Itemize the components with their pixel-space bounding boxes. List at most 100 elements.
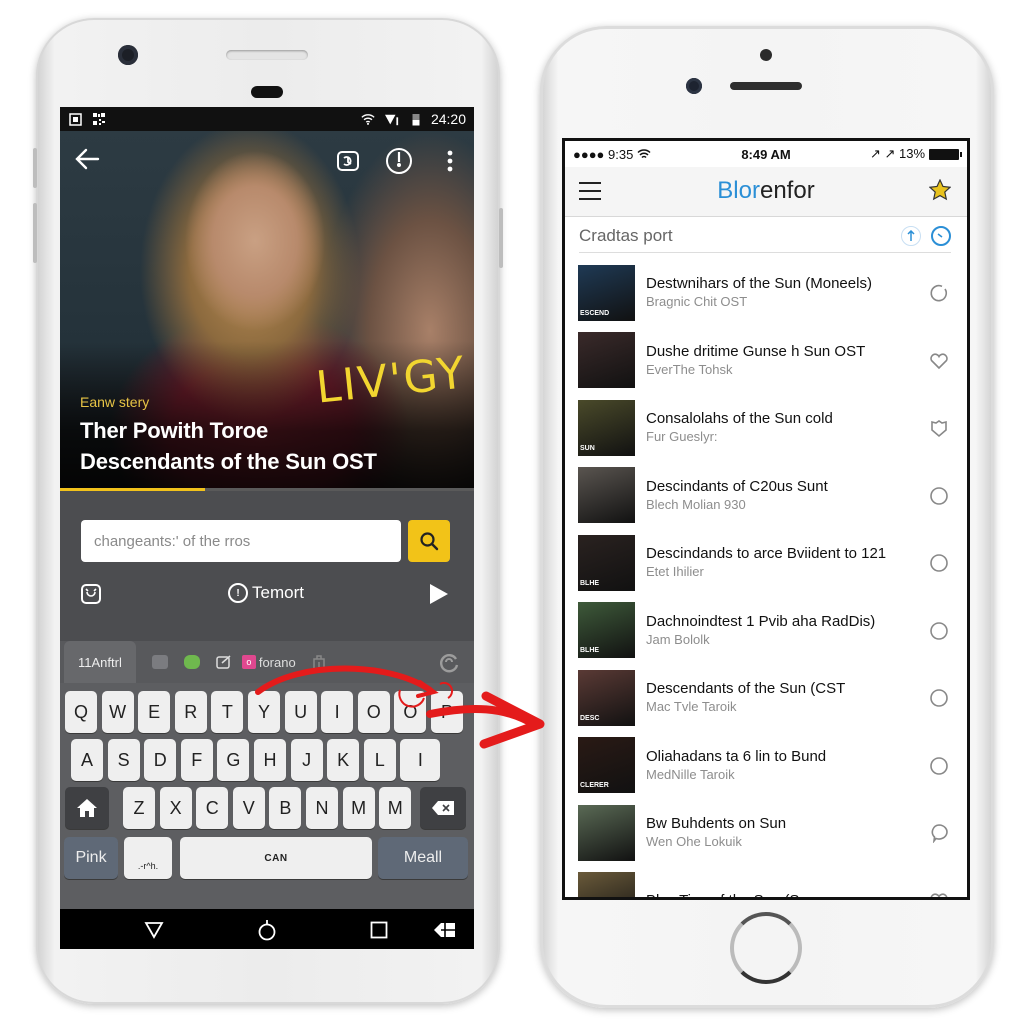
song-list-item[interactable]: Bw Buhdents on Sun Wen Ohe Lokuik bbox=[565, 799, 967, 867]
back-arrow-icon[interactable] bbox=[74, 147, 102, 175]
key-n[interactable]: N bbox=[306, 787, 338, 829]
voice-icon[interactable] bbox=[901, 225, 921, 246]
star-icon[interactable] bbox=[928, 178, 952, 201]
chat-bubble-icon[interactable] bbox=[929, 823, 949, 844]
signal-icon bbox=[384, 112, 399, 126]
key-l[interactable]: L bbox=[363, 739, 396, 781]
power-icon[interactable] bbox=[383, 145, 415, 177]
song-list-item[interactable]: SUN Consalolahs of the Sun cold Fur Guesly… bbox=[565, 394, 967, 462]
key-j[interactable]: J bbox=[290, 739, 323, 781]
key-r[interactable]: R bbox=[174, 691, 207, 733]
circle-icon[interactable] bbox=[929, 486, 949, 506]
key-p[interactable]: P bbox=[431, 691, 463, 733]
key-o[interactable]: O bbox=[394, 691, 427, 733]
key-h[interactable]: H bbox=[254, 739, 286, 781]
song-subtitle: Fur Gueslyr: bbox=[646, 429, 718, 445]
song-subtitle: Etet Ihilier bbox=[646, 564, 704, 580]
hero-banner[interactable]: LIV'GY Eanw stery Ther Powith Toroe Desc… bbox=[60, 131, 474, 491]
menu-flag-icon[interactable] bbox=[434, 919, 456, 941]
song-list-item[interactable]: Dushe dritime Gunse h Sun OST EverThe Toh… bbox=[565, 327, 967, 395]
key-m[interactable]: M bbox=[342, 787, 375, 829]
shift-key[interactable] bbox=[65, 787, 109, 829]
recents-square-icon[interactable] bbox=[368, 919, 390, 941]
song-list-item[interactable]: DESC Descendants of the Sun (CST Mac Tvle … bbox=[565, 664, 967, 732]
circle-icon[interactable] bbox=[929, 688, 949, 708]
key-q[interactable]: Q bbox=[65, 691, 97, 733]
key-z[interactable]: Z bbox=[123, 787, 155, 829]
sticker-icon[interactable] bbox=[183, 655, 200, 669]
key-o[interactable]: O bbox=[357, 691, 390, 733]
alarm-icon[interactable] bbox=[80, 583, 102, 605]
key-t[interactable]: T bbox=[211, 691, 244, 733]
play-icon[interactable] bbox=[430, 584, 448, 604]
song-list-item[interactable]: BLHE Descindands to arce Bviident to 121 E… bbox=[565, 529, 967, 597]
key-v[interactable]: V bbox=[232, 787, 265, 829]
circle-icon[interactable] bbox=[929, 621, 949, 641]
power-button bbox=[499, 208, 503, 268]
heart-icon[interactable] bbox=[929, 891, 949, 897]
key-m[interactable]: M bbox=[379, 787, 412, 829]
grid-icon[interactable] bbox=[151, 655, 168, 669]
temort-button[interactable]: ! Temort bbox=[228, 583, 304, 603]
key-e[interactable]: E bbox=[138, 691, 171, 733]
key-k[interactable]: K bbox=[327, 739, 360, 781]
song-list-item[interactable]: Blas Tipe of the Sun (Sun bbox=[565, 867, 967, 897]
song-subtitle: Mac Tvle Taroik bbox=[646, 699, 737, 715]
search-button[interactable] bbox=[408, 520, 450, 562]
key-d[interactable]: D bbox=[144, 739, 177, 781]
song-list-item[interactable]: ESCEND Destwnihars of the Sun (Moneels) Br… bbox=[565, 259, 967, 327]
shield-heart-icon[interactable] bbox=[929, 418, 949, 438]
key-pink[interactable]: Pink bbox=[64, 837, 118, 879]
key-u[interactable]: U bbox=[284, 691, 317, 733]
song-list-item[interactable]: Descindants of C20us Sunt Blech Molian 93… bbox=[565, 462, 967, 530]
clipboard-icon[interactable] bbox=[312, 654, 326, 670]
album-thumbnail: SUN bbox=[578, 399, 635, 456]
home-button[interactable] bbox=[730, 912, 802, 984]
key-s[interactable]: S bbox=[107, 739, 140, 781]
more-vert-icon[interactable] bbox=[434, 145, 466, 177]
song-subtitle: EverThe Tohsk bbox=[646, 361, 733, 377]
search-input[interactable] bbox=[81, 520, 401, 562]
key-i[interactable]: I bbox=[400, 739, 441, 781]
backspace-key[interactable] bbox=[420, 787, 466, 829]
song-title: Dushe dritime Gunse h Sun OST bbox=[646, 342, 866, 360]
circle-icon[interactable] bbox=[929, 553, 949, 573]
screenshot-icon bbox=[68, 112, 82, 126]
key-g[interactable]: G bbox=[217, 739, 250, 781]
key-x[interactable]: X bbox=[159, 787, 192, 829]
key-a[interactable]: A bbox=[71, 739, 103, 781]
circle-icon[interactable] bbox=[929, 756, 949, 776]
song-title: Dachnoindtest 1 Pvib aha RadDis) bbox=[646, 612, 876, 630]
key-c[interactable]: C bbox=[196, 787, 229, 829]
ios-search-input[interactable] bbox=[579, 220, 891, 251]
back-triangle-icon[interactable] bbox=[143, 919, 165, 941]
refresh-icon[interactable] bbox=[438, 651, 460, 673]
album-thumbnail bbox=[578, 804, 635, 861]
key-f[interactable]: F bbox=[180, 739, 213, 781]
edit-icon[interactable] bbox=[216, 655, 232, 669]
song-list-item[interactable]: BLHE Dachnoindtest 1 Pvib aha RadDis) Jam … bbox=[565, 597, 967, 665]
home-circle-icon[interactable] bbox=[256, 919, 278, 941]
app-shortcut[interactable]: o forano bbox=[241, 655, 296, 670]
key-symbols[interactable]: .-r^h. bbox=[124, 837, 172, 879]
key-i[interactable]: I bbox=[321, 691, 354, 733]
song-list-item[interactable]: CLERER Oliahadans ta 6 lin to Bund MedNill… bbox=[565, 732, 967, 800]
cast-icon[interactable] bbox=[332, 145, 364, 177]
search-area: ! Temort bbox=[60, 491, 474, 641]
key-meall[interactable]: Meall bbox=[378, 837, 468, 879]
space-key[interactable]: CAN bbox=[180, 837, 372, 879]
app-logo: Blorenfor bbox=[717, 177, 815, 204]
search-clock-icon[interactable] bbox=[931, 225, 951, 246]
battery-percent: ↗ ↗ 13% bbox=[869, 146, 925, 161]
album-thumbnail bbox=[578, 332, 635, 389]
key-b[interactable]: B bbox=[269, 787, 302, 829]
home-icon bbox=[77, 799, 97, 817]
iphone-screen: ●●●● 9:35 8:49 AM ↗ ↗ 13% Blorenfor Crad… bbox=[562, 138, 970, 900]
heart-icon[interactable] bbox=[929, 351, 949, 371]
key-w[interactable]: W bbox=[101, 691, 134, 733]
keyboard-tab-active[interactable]: 11Anftrl bbox=[64, 641, 136, 683]
refresh-circle-icon[interactable] bbox=[929, 283, 949, 303]
key-y[interactable]: Y bbox=[248, 691, 280, 733]
battery-icon bbox=[929, 148, 962, 160]
song-title: Descindands to arce Bviident to 121 bbox=[646, 545, 887, 563]
